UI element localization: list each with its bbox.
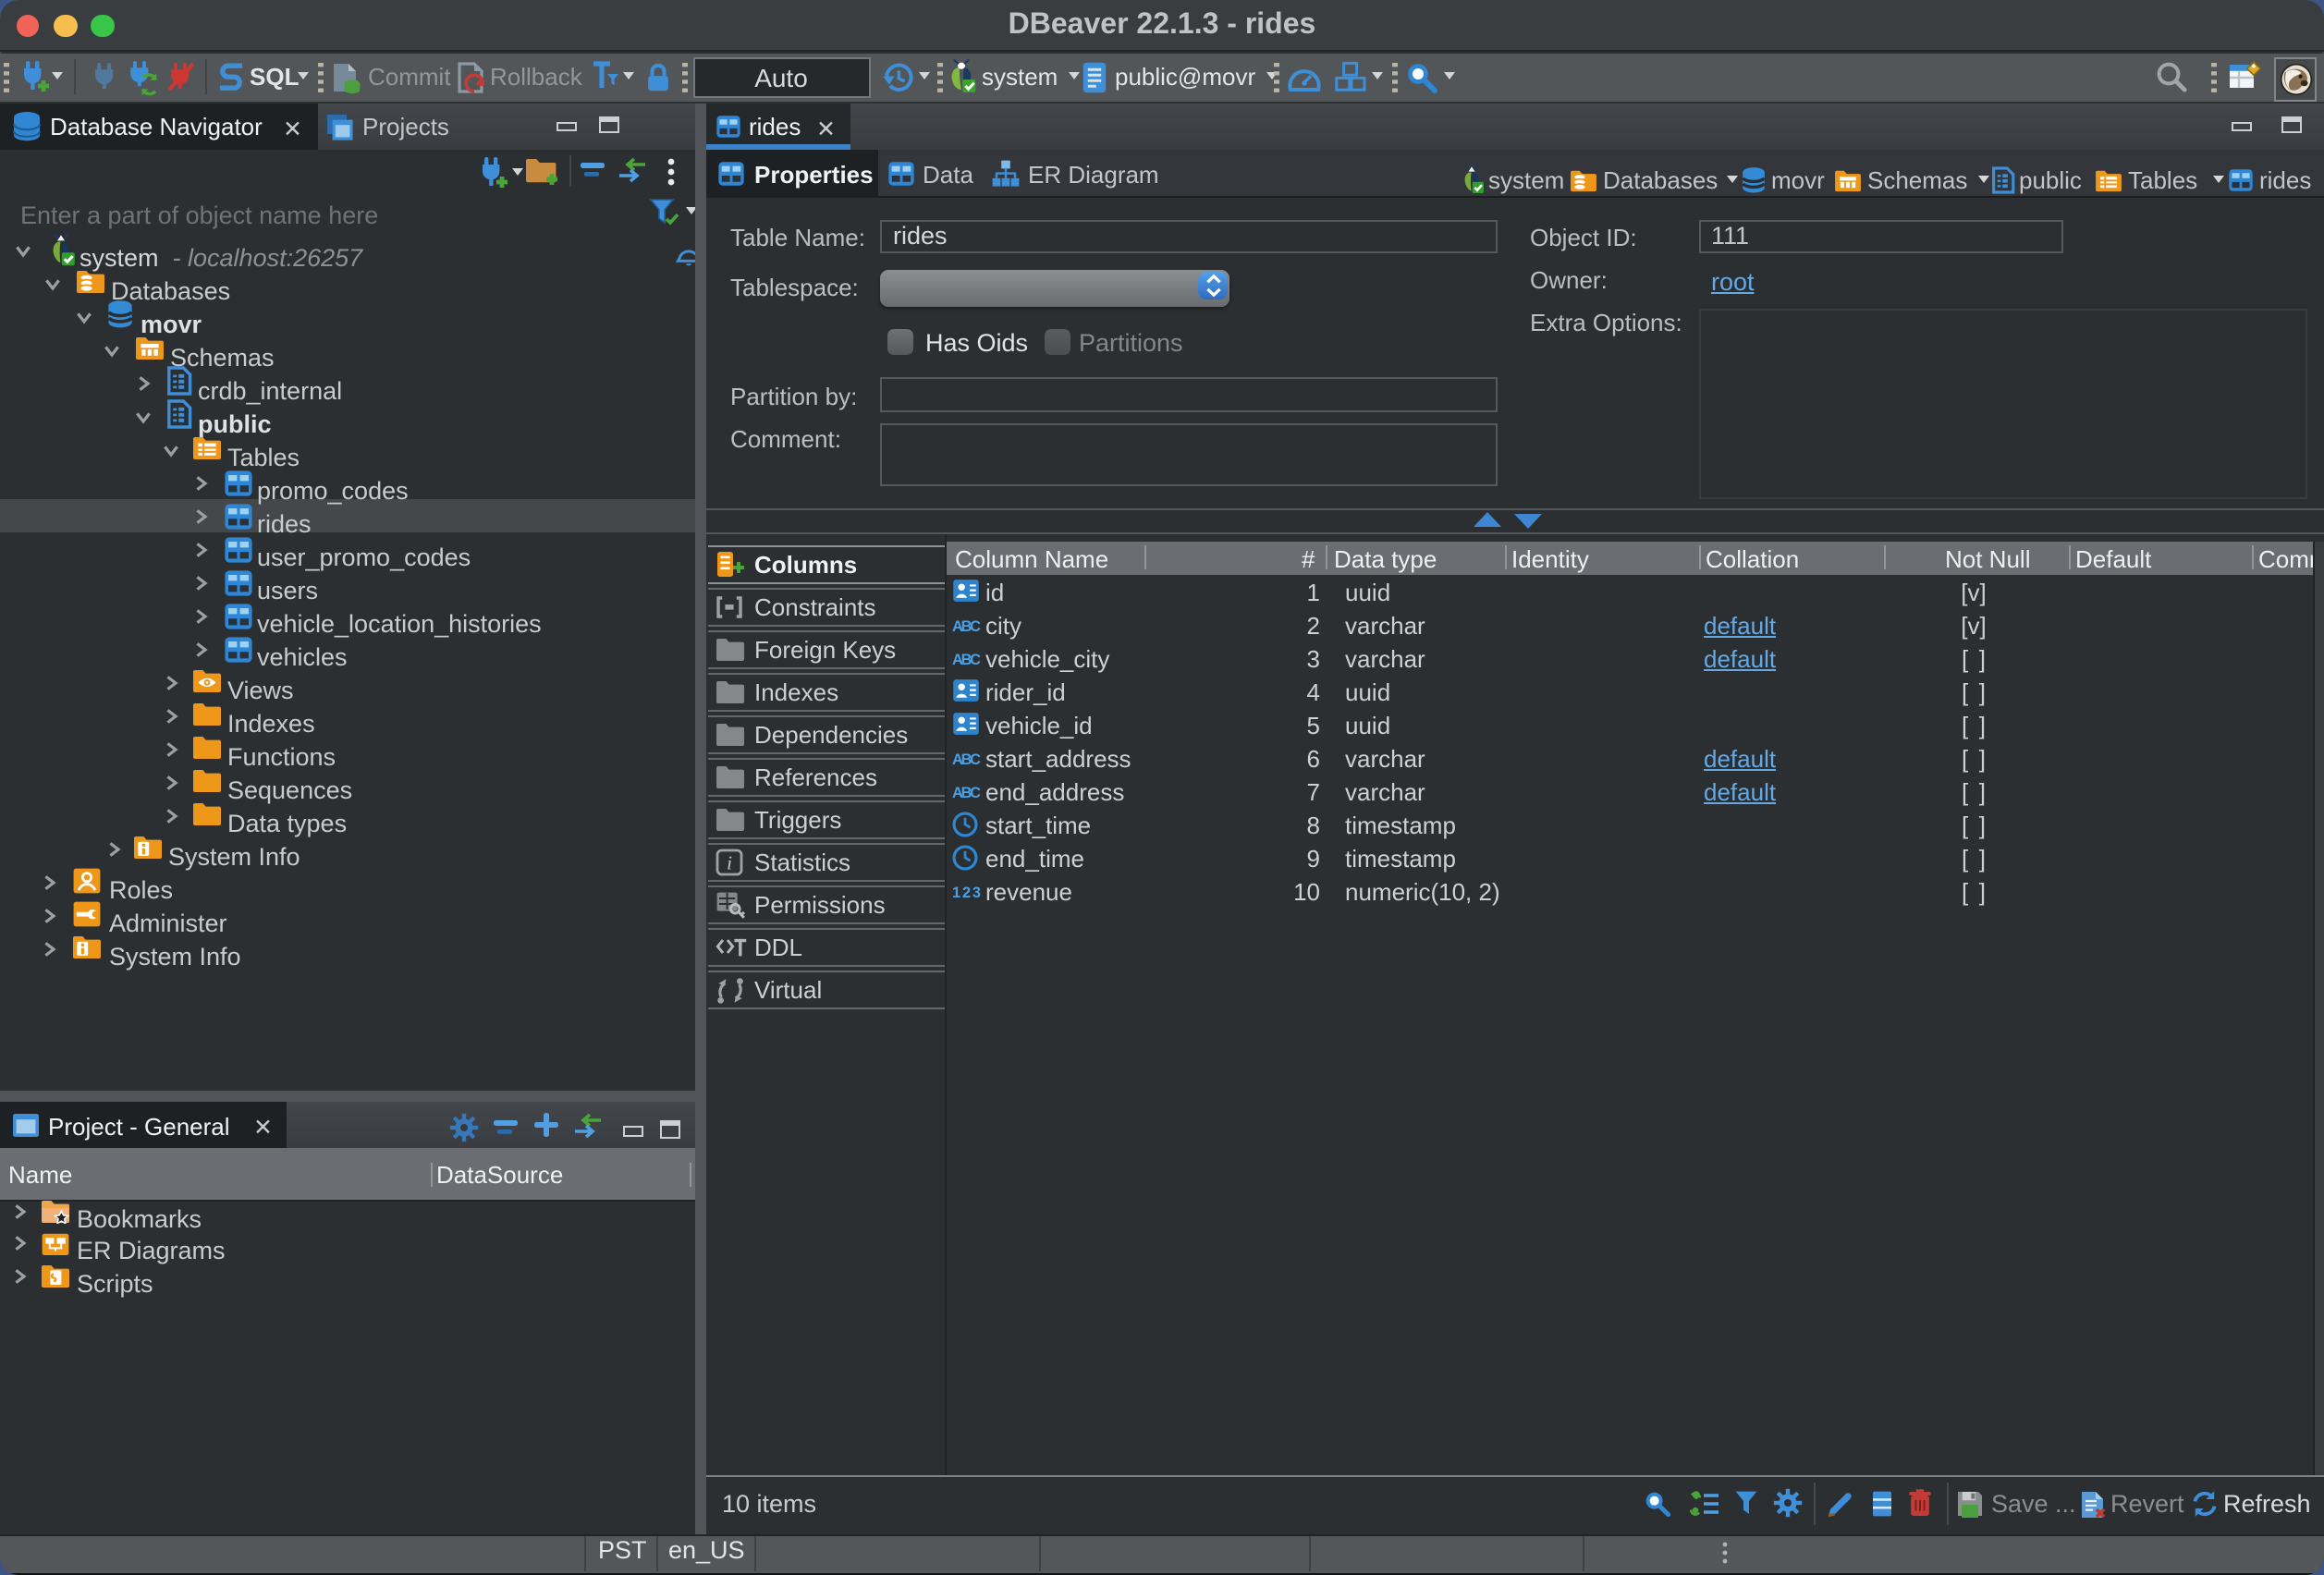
svg-text:ABC: ABC [951,784,980,800]
svg-text:123: 123 [951,884,980,900]
svg-text:ABC: ABC [951,751,980,767]
svg-text:i: i [727,850,732,873]
svg-text:ABC: ABC [951,617,980,634]
svg-text:ABC: ABC [951,651,980,667]
